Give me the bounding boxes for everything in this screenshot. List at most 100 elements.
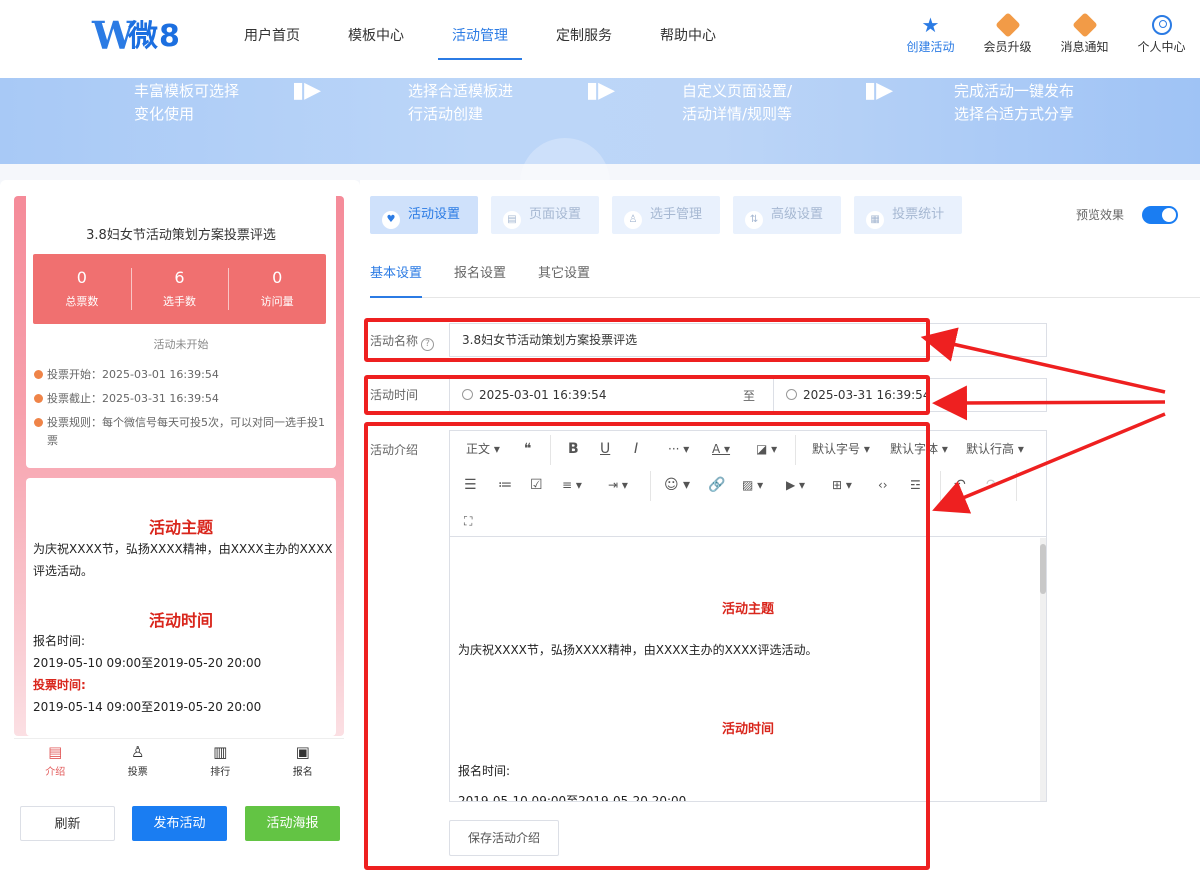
subtab-other-settings[interactable]: 其它设置: [538, 262, 590, 281]
start-time-input[interactable]: 2025-03-01 16:39:54: [449, 378, 725, 412]
vote-end: 投票截止：2025-03-31 16:39:54: [34, 390, 329, 408]
banner-step-2: 选择合适模板进 行活动创建: [408, 82, 514, 123]
tab-vote-statistics[interactable]: ▦ 投票统计: [854, 196, 963, 234]
indent-dropdown[interactable]: ⇥ ▾: [608, 473, 628, 497]
undo-icon[interactable]: ↶: [954, 473, 966, 497]
editor-content[interactable]: 活动主题 为庆祝XXXX节，弘扬XXXX精神，由XXXX主办的XXXX评选活动。…: [450, 538, 1046, 801]
banner-step-1: 丰富模板可选择 变化使用: [134, 82, 240, 123]
emoji-icon[interactable]: ☺ ▾: [664, 473, 690, 497]
signup-icon: ▣: [295, 743, 310, 761]
vote-start: 投票开始：2025-03-01 16:39:54: [34, 366, 329, 384]
subtab-basic-settings[interactable]: 基本设置: [370, 262, 423, 298]
editor-theme-text: 为庆祝XXXX节，弘扬XXXX精神，由XXXX主办的XXXX评选活动。: [458, 643, 818, 657]
bullet-list-icon[interactable]: ☰: [464, 473, 477, 497]
preview-tab-vote[interactable]: ♙ 投票: [97, 739, 180, 782]
subtab-signup-settings[interactable]: 报名设置: [454, 262, 506, 281]
refresh-button[interactable]: 刷新: [20, 806, 115, 841]
underline-icon[interactable]: U: [600, 437, 610, 461]
background-color-icon[interactable]: ◪ ▾: [756, 437, 777, 461]
activity-name-label: 活动名称?: [370, 332, 435, 351]
crown-badge-icon: [994, 12, 1021, 38]
theme-heading: 活动主题: [148, 518, 213, 537]
logo[interactable]: W 微8: [92, 14, 192, 60]
editor-scrollbar[interactable]: [1040, 538, 1046, 801]
preview-tab-intro[interactable]: ▤ 介绍: [14, 739, 97, 782]
activity-time-label: 活动时间: [370, 388, 419, 402]
font-family-dropdown[interactable]: 默认字体 ▾: [890, 437, 948, 461]
font-color-icon[interactable]: A ▾: [712, 437, 730, 461]
code-icon[interactable]: ‹›: [878, 473, 888, 497]
nav-user-home[interactable]: 用户首页: [220, 0, 324, 78]
stats-icon: ▦: [866, 211, 885, 229]
line-height-dropdown[interactable]: 默认行高 ▾: [966, 437, 1024, 461]
tab-activity-settings[interactable]: ♥ 活动设置: [370, 196, 479, 234]
activity-content-card: 活动主题 为庆祝XXXX节，弘扬XXXX精神，由XXXX主办的XXXX评选活动。…: [26, 478, 336, 736]
signup-range: 2019-05-10 09:00至2019-05-20 20:00: [33, 656, 262, 670]
time-range-separator: 至: [724, 378, 774, 412]
editor-theme-heading: 活动主题: [721, 602, 774, 617]
italic-icon[interactable]: I: [634, 437, 638, 461]
end-time-input[interactable]: 2025-03-31 16:39:54: [773, 378, 1047, 412]
image-icon[interactable]: ▨ ▾: [742, 473, 763, 497]
bold-icon[interactable]: B: [568, 437, 579, 461]
tab-page-settings[interactable]: ▤ 页面设置: [491, 196, 600, 234]
step-arrow-icon: ▮▶: [864, 78, 894, 103]
divider-icon[interactable]: ☲: [910, 473, 921, 497]
tab-contestant-management[interactable]: ♙ 选手管理: [612, 196, 721, 234]
quote-icon[interactable]: ❝: [524, 437, 532, 461]
save-intro-button[interactable]: 保存活动介绍: [449, 820, 559, 856]
font-size-dropdown[interactable]: 默认字号 ▾: [812, 437, 870, 461]
page-icon: ▤: [503, 211, 522, 229]
publish-activity-button[interactable]: 发布活动: [132, 806, 227, 841]
document-icon: ▤: [48, 743, 63, 761]
member-upgrade-button[interactable]: 会员升级: [969, 12, 1046, 55]
banner-step-4: 完成活动一键发布 选择合适方式分享: [954, 82, 1075, 123]
preview-activity-title: 3.8妇女节活动策划方案投票评选: [86, 228, 276, 243]
stat-total-votes: 0 总票数: [65, 268, 99, 308]
video-icon[interactable]: ▶ ▾: [786, 473, 805, 497]
nav-custom-service[interactable]: 定制服务: [532, 0, 636, 78]
activity-poster-button[interactable]: 活动海报: [245, 806, 340, 841]
nav-help-center[interactable]: 帮助中心: [636, 0, 740, 78]
more-styles-dropdown[interactable]: ··· ▾: [668, 437, 689, 461]
nav-template-center[interactable]: 模板中心: [324, 0, 428, 78]
dot-icon: [34, 394, 43, 403]
link-icon[interactable]: 🔗: [708, 473, 725, 497]
process-banner: 丰富模板可选择 变化使用 ▮▶ 选择合适模板进 行活动创建 ▮▶ 自定义页面设置…: [0, 78, 1200, 228]
top-nav-bar: W 微8 用户首页 模板中心 活动管理 定制服务 帮助中心 ★ 创建活动 会员升…: [0, 0, 1200, 78]
vote-time-range: 2019-05-14 09:00至2019-05-20 20:00: [33, 700, 262, 714]
paragraph-dropdown[interactable]: 正文 ▾: [466, 437, 500, 461]
preview-tab-ranking[interactable]: ▥ 排行: [179, 739, 262, 782]
editor-time-heading: 活动时间: [721, 722, 774, 737]
step-arrow-icon: ▮▶: [292, 78, 322, 103]
editor-toolbar: 正文 ▾ ❝ B U I ··· ▾ A ▾ ◪ ▾ 默认字号 ▾ 默认字体 ▾…: [450, 431, 1046, 537]
preview-tab-signup[interactable]: ▣ 报名: [262, 739, 345, 782]
user-icon: [1151, 15, 1172, 35]
step-arrow-icon: ▮▶: [586, 78, 616, 103]
align-dropdown[interactable]: ≡ ▾: [562, 473, 582, 497]
redo-icon[interactable]: ↷: [986, 473, 998, 497]
page: W 微8 用户首页 模板中心 活动管理 定制服务 帮助中心 ★ 创建活动 会员升…: [0, 0, 1200, 882]
person-icon: ♙: [624, 211, 643, 229]
numbered-list-icon[interactable]: ≔: [498, 473, 512, 497]
preview-toggle[interactable]: [1142, 206, 1178, 224]
logo-text: 微8: [128, 19, 181, 54]
time-heading: 活动时间: [148, 611, 213, 630]
help-icon[interactable]: ?: [421, 338, 435, 351]
tab-advanced-settings[interactable]: ⇅ 高级设置: [733, 196, 842, 234]
activity-name-input[interactable]: 3.8妇女节活动策划方案投票评选: [449, 323, 1047, 357]
preview-toggle-label: 预览效果: [1076, 208, 1125, 222]
rich-text-editor: 正文 ▾ ❝ B U I ··· ▾ A ▾ ◪ ▾ 默认字号 ▾ 默认字体 ▾…: [449, 430, 1047, 802]
profile-button[interactable]: 个人中心: [1123, 12, 1200, 55]
fullscreen-icon[interactable]: ⛶: [464, 509, 472, 533]
banner-step-3: 自定义页面设置/ 活动详情/规则等: [682, 82, 793, 123]
dot-icon: [34, 370, 43, 379]
notifications-button[interactable]: 消息通知: [1046, 12, 1123, 55]
activity-intro-label: 活动介绍: [370, 443, 419, 457]
nav-activity-management[interactable]: 活动管理: [428, 0, 532, 78]
main-nav: 用户首页 模板中心 活动管理 定制服务 帮助中心: [220, 0, 740, 78]
create-activity-button[interactable]: ★ 创建活动: [892, 12, 969, 55]
table-icon[interactable]: ⊞ ▾: [832, 473, 852, 497]
todo-icon[interactable]: ☑: [530, 473, 543, 497]
member-upgrade-label: 会员升级: [983, 40, 1032, 54]
